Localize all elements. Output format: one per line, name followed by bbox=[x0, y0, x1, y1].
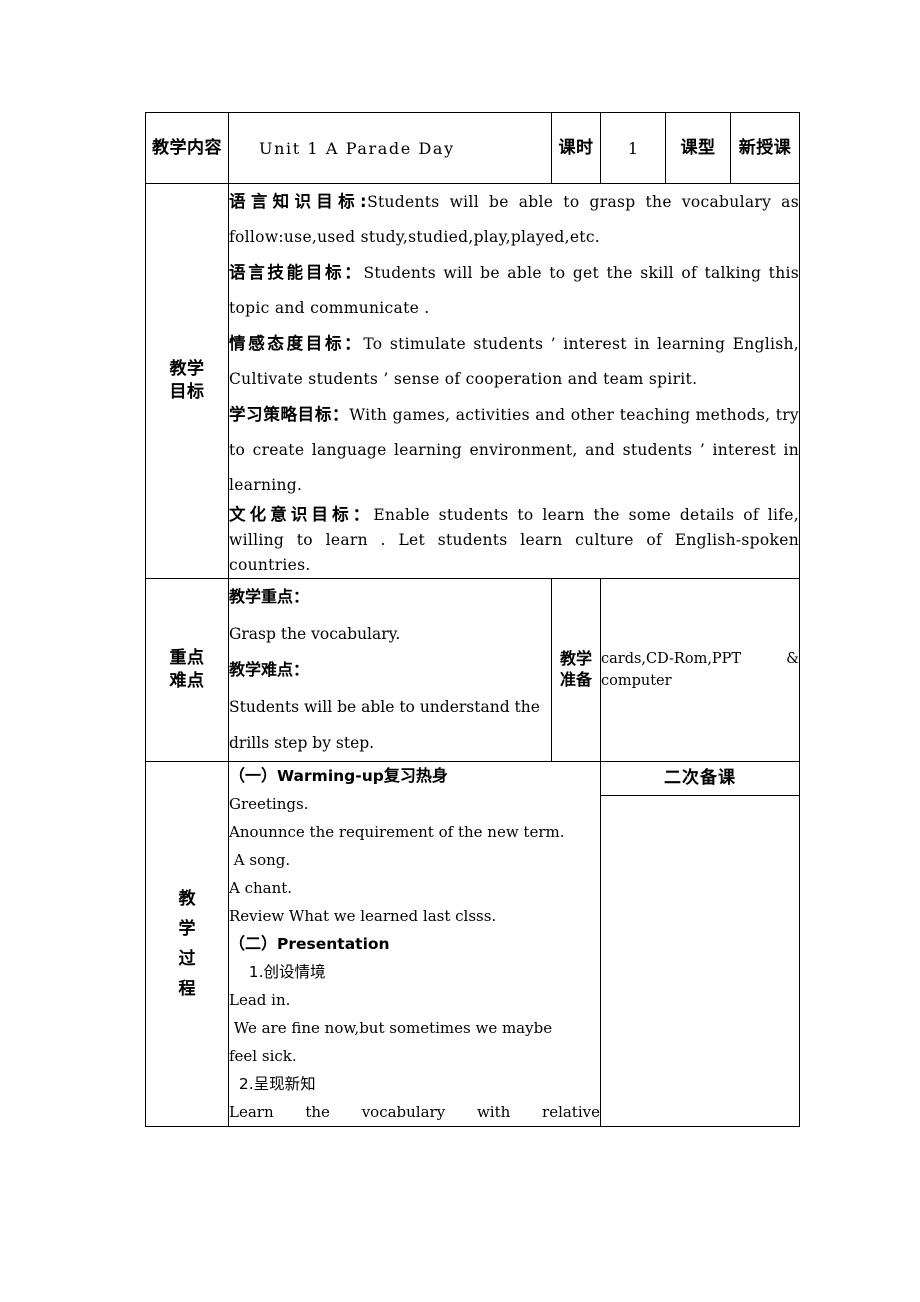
objective-knowledge: 语言知识目标:Students will be able to grasp th… bbox=[229, 184, 799, 255]
objective-emotion: 情感态度目标：To stimulate students ’ interest … bbox=[229, 326, 799, 397]
process-line-announce: Anounnce the requirement of the new term… bbox=[229, 823, 565, 841]
second-preparation-body[interactable] bbox=[601, 796, 799, 1126]
cell-content-label: 教学内容 bbox=[145, 112, 229, 184]
preparation-text-line2: computer bbox=[601, 673, 672, 689]
preparation-label-line1: 教学 bbox=[559, 649, 592, 669]
process-line-create-situation: 1.创设情境 bbox=[229, 963, 326, 981]
process-line-chant: A chant. bbox=[229, 879, 293, 897]
cell-preparation-label: 教学 准备 bbox=[551, 578, 601, 762]
key-points-label-line2: 难点 bbox=[169, 671, 205, 691]
cell-process-label: 教 学 过 程 bbox=[145, 761, 229, 1127]
process-line-present-new: 2.呈现新知 bbox=[229, 1075, 316, 1093]
cell-second-preparation: 二次备课 bbox=[600, 761, 800, 1127]
process-line-feel-sick: feel sick. bbox=[229, 1047, 297, 1065]
process-line-review: Review What we learned last clsss. bbox=[229, 907, 497, 925]
cell-key-points-label: 重点 难点 bbox=[145, 578, 229, 762]
objectives-label-text: 教学目标 bbox=[169, 359, 205, 402]
table-row-key-points: 重点 难点 教学重点： Grasp the vocabulary. 教学难点： … bbox=[145, 578, 800, 762]
process-label-char-1: 学 bbox=[178, 919, 196, 939]
key-points-label-line1: 重点 bbox=[169, 648, 205, 669]
objective-skill-label: 语言技能目标： bbox=[229, 263, 364, 282]
preparation-label-line2: 准备 bbox=[559, 670, 592, 689]
objective-skill: 语言技能目标：Students will be able to get the … bbox=[229, 255, 799, 326]
cell-key-points-content: 教学重点： Grasp the vocabulary. 教学难点： Studen… bbox=[228, 578, 552, 762]
document-page: 教学内容 Unit 1 A Parade Day 课时 1 课型 新授课 教学目… bbox=[0, 0, 920, 1302]
objective-culture-label: 文化意识目标： bbox=[229, 505, 374, 524]
objective-strategy: 学习策略目标：With games, activities and other … bbox=[229, 397, 799, 503]
process-label-char-3: 程 bbox=[178, 979, 196, 999]
cell-period-value: 1 bbox=[600, 112, 666, 184]
objective-strategy-label: 学习策略目标： bbox=[229, 405, 350, 424]
process-line-lead-in: Lead in. bbox=[229, 991, 291, 1009]
process-line-presentation: （二）Presentation bbox=[229, 934, 390, 953]
process-line-we-are-fine: We are fine now,but sometimes we maybe bbox=[229, 1019, 553, 1037]
cell-process-content: （一）Warming-up复习热身 Greetings. Anounnce th… bbox=[228, 761, 601, 1127]
table-row-header: 教学内容 Unit 1 A Parade Day 课时 1 课型 新授课 bbox=[145, 112, 800, 184]
process-line-learn-vocabulary: Learn the vocabulary with relative bbox=[229, 1103, 600, 1121]
cell-preparation-content: cards,CD-Rom,PPT & computer bbox=[600, 578, 800, 762]
difficulty-text: Students will be able to understand the … bbox=[229, 698, 540, 752]
process-label-char-0: 教 bbox=[178, 889, 196, 909]
focus-text: Grasp the vocabulary. bbox=[229, 625, 401, 643]
objective-knowledge-label: 语言知识目标: bbox=[229, 192, 368, 211]
cell-type-value: 新授课 bbox=[730, 112, 800, 184]
cell-period-label: 课时 bbox=[551, 112, 601, 184]
process-label-stack: 教 学 过 程 bbox=[179, 884, 196, 1004]
objective-culture: 文化意识目标：Enable students to learn the some… bbox=[229, 503, 799, 578]
cell-objectives-content: 语言知识目标:Students will be able to grasp th… bbox=[228, 183, 800, 579]
process-label-char-2: 过 bbox=[178, 949, 196, 969]
difficulty-label: 教学难点： bbox=[229, 660, 310, 679]
preparation-text-line1: cards,CD-Rom,PPT & bbox=[601, 651, 799, 667]
process-line-warming-up: （一）Warming-up复习热身 bbox=[229, 766, 448, 785]
table-row-objectives: 教学目标 语言知识目标:Students will be able to gra… bbox=[145, 183, 800, 579]
focus-label: 教学重点： bbox=[229, 587, 310, 606]
cell-type-label: 课型 bbox=[665, 112, 731, 184]
cell-objectives-label: 教学目标 bbox=[145, 183, 229, 579]
cell-lesson-title: Unit 1 A Parade Day bbox=[228, 112, 552, 184]
table-row-process: 教 学 过 程 （一）Warming-up复习热身 Greetings. Ano… bbox=[145, 761, 800, 1127]
objective-emotion-label: 情感态度目标： bbox=[229, 334, 364, 353]
process-line-song: A song. bbox=[229, 851, 291, 869]
lesson-plan-table: 教学内容 Unit 1 A Parade Day 课时 1 课型 新授课 教学目… bbox=[145, 112, 800, 1127]
second-preparation-header: 二次备课 bbox=[601, 762, 799, 796]
process-line-greetings: Greetings. bbox=[229, 795, 309, 813]
